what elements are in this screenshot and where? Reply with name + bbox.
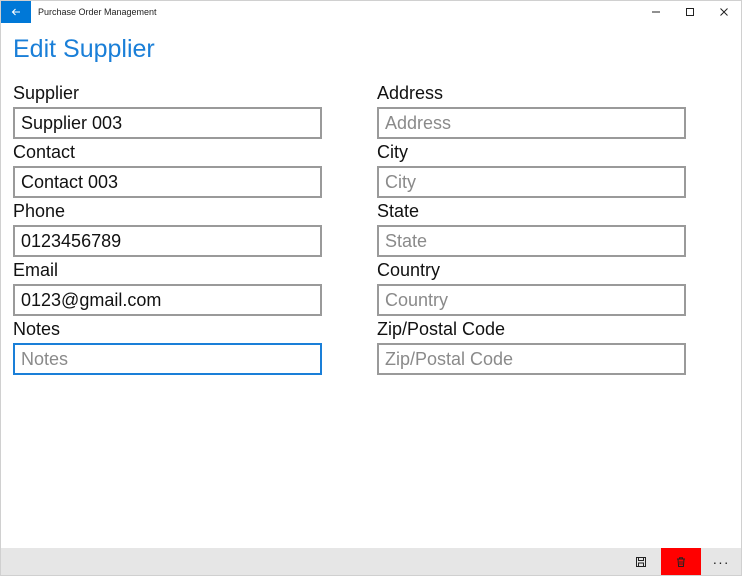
city-label: City [377, 142, 408, 162]
app-window: Purchase Order Management Edit Supplier … [0, 0, 742, 576]
phone-label: Phone [13, 201, 66, 221]
zip-field[interactable] [377, 343, 686, 375]
supplier-field[interactable] [13, 107, 322, 139]
maximize-icon [686, 8, 694, 16]
contact-field[interactable] [13, 166, 322, 198]
notes-field[interactable] [13, 343, 322, 375]
page-title: Edit Supplier [13, 35, 155, 63]
more-options-icon: ··· [712, 553, 730, 570]
command-bar: ··· [1, 548, 741, 575]
window-controls [639, 1, 741, 23]
address-label: Address [377, 83, 444, 103]
minimize-icon [652, 11, 660, 13]
notes-input[interactable] [21, 348, 314, 370]
city-input[interactable] [385, 171, 678, 193]
title-bar: Purchase Order Management [1, 1, 741, 23]
contact-label: Contact [13, 142, 76, 162]
delete-button[interactable] [661, 548, 701, 575]
city-field[interactable] [377, 166, 686, 198]
notes-label: Notes [13, 319, 61, 339]
supplier-label: Supplier [13, 83, 80, 103]
close-button[interactable] [707, 1, 741, 23]
country-input[interactable] [385, 289, 678, 311]
maximize-button[interactable] [673, 1, 707, 23]
close-icon [720, 8, 728, 16]
app-title: Purchase Order Management [38, 7, 157, 17]
address-field[interactable] [377, 107, 686, 139]
delete-icon [677, 556, 685, 567]
address-input[interactable] [385, 112, 678, 134]
state-field[interactable] [377, 225, 686, 257]
email-field[interactable] [13, 284, 322, 316]
minimize-button[interactable] [639, 1, 673, 23]
zip-input[interactable] [385, 348, 678, 370]
country-field[interactable] [377, 284, 686, 316]
save-button[interactable] [621, 548, 661, 575]
more-options-button[interactable]: ··· [701, 548, 741, 575]
state-label: State [377, 201, 420, 221]
country-label: Country [377, 260, 441, 280]
phone-field[interactable] [13, 225, 322, 257]
email-input[interactable] [21, 289, 314, 311]
phone-input[interactable] [21, 230, 314, 252]
contact-input[interactable] [21, 171, 314, 193]
supplier-input[interactable] [21, 112, 314, 134]
save-icon [636, 556, 646, 567]
back-button[interactable] [1, 1, 31, 23]
email-label: Email [13, 260, 59, 280]
back-arrow-icon [11, 8, 20, 16]
zip-label: Zip/Postal Code [377, 319, 506, 339]
state-input[interactable] [385, 230, 678, 252]
